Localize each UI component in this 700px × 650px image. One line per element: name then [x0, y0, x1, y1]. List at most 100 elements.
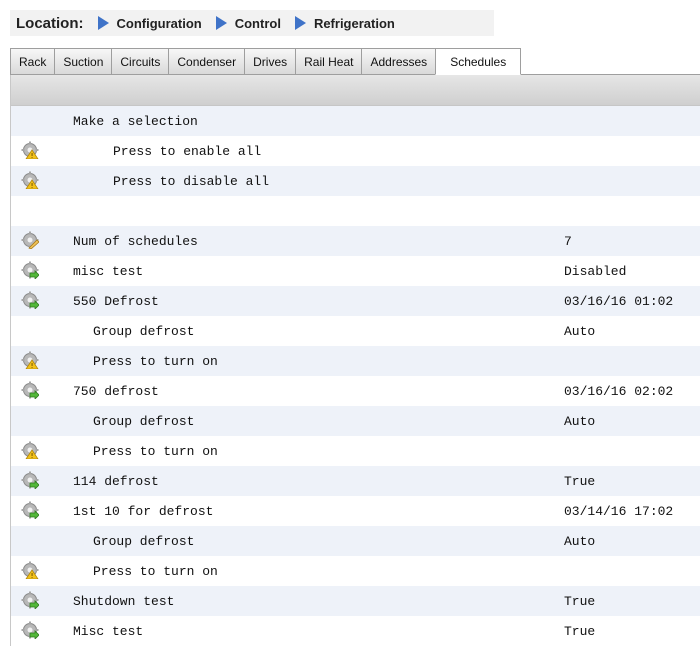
- arrow-gear-icon[interactable]: [21, 501, 39, 519]
- row-icon-cell: [11, 436, 73, 466]
- row-icon-cell: [11, 376, 73, 406]
- row-label: 750 defrost: [73, 383, 159, 399]
- row-label: Group defrost: [93, 323, 195, 339]
- row-value: 03/14/16 17:02: [564, 503, 674, 519]
- row-icon-cell: [11, 496, 73, 526]
- table-row: [11, 196, 700, 226]
- table-row[interactable]: Press to turn on: [11, 436, 700, 466]
- row-label: Press to turn on: [93, 353, 218, 369]
- breadcrumb-label: Configuration: [116, 15, 202, 31]
- breadcrumb-arrow-icon: [294, 16, 306, 30]
- row-value: 03/16/16 02:02: [564, 383, 674, 399]
- table-header-bar: [11, 75, 700, 106]
- breadcrumb-control[interactable]: Control: [215, 15, 281, 31]
- row-icon-cell: [11, 466, 73, 496]
- table-row[interactable]: 550 Defrost 03/16/16 01:02: [11, 286, 700, 316]
- row-label: 114 defrost: [73, 473, 159, 489]
- tab-rack[interactable]: Rack: [10, 48, 56, 74]
- row-value: Auto: [564, 533, 596, 549]
- table-row[interactable]: Num of schedules 7: [11, 226, 700, 256]
- breadcrumb-refrigeration[interactable]: Refrigeration: [294, 15, 395, 31]
- row-icon-cell: [11, 256, 73, 286]
- warning-gear-icon[interactable]: [21, 171, 39, 189]
- location-breadcrumb: Location: Configuration Control Refriger…: [10, 10, 494, 36]
- row-value: True: [564, 473, 596, 489]
- warning-gear-icon[interactable]: [21, 561, 39, 579]
- arrow-gear-icon[interactable]: [21, 591, 39, 609]
- table-row[interactable]: 750 defrost 03/16/16 02:02: [11, 376, 700, 406]
- row-label: 1st 10 for defrost: [73, 503, 214, 519]
- row-label: Num of schedules: [73, 233, 198, 249]
- table-row[interactable]: misc test Disabled: [11, 256, 700, 286]
- row-icon-cell: [11, 526, 73, 556]
- row-value: Disabled: [564, 263, 627, 279]
- row-value: Auto: [564, 413, 596, 429]
- row-value: 03/16/16 01:02: [564, 293, 674, 309]
- row-icon-cell: [11, 226, 73, 256]
- row-label: Group defrost: [93, 413, 195, 429]
- warning-gear-icon[interactable]: [21, 351, 39, 369]
- arrow-gear-icon[interactable]: [21, 471, 39, 489]
- breadcrumb-arrow-icon: [97, 16, 109, 30]
- tab-addresses[interactable]: Addresses: [361, 48, 437, 74]
- table-row: Group defrost Auto: [11, 526, 700, 556]
- table-row[interactable]: Press to disable all: [11, 166, 700, 196]
- breadcrumb-arrow-icon: [215, 16, 227, 30]
- row-label: Press to turn on: [93, 563, 218, 579]
- row-label: Misc test: [73, 623, 144, 639]
- row-label: Press to enable all: [113, 143, 262, 159]
- table-row[interactable]: Misc test True: [11, 616, 700, 646]
- table-row[interactable]: Press to turn on: [11, 556, 700, 586]
- tab-circuits[interactable]: Circuits: [111, 48, 170, 74]
- table-row[interactable]: 1st 10 for defrost 03/14/16 17:02: [11, 496, 700, 526]
- row-value: Auto: [564, 323, 596, 339]
- row-value: 7: [564, 233, 572, 249]
- arrow-gear-icon[interactable]: [21, 381, 39, 399]
- tab-suction[interactable]: Suction: [54, 48, 113, 74]
- row-icon-cell: [11, 316, 73, 346]
- row-label: Press to disable all: [113, 173, 270, 189]
- row-label: Make a selection: [73, 113, 198, 129]
- arrow-gear-icon[interactable]: [21, 261, 39, 279]
- table-row[interactable]: Press to enable all: [11, 136, 700, 166]
- warning-gear-icon[interactable]: [21, 441, 39, 459]
- tab-bar: Rack Suction Circuits Condenser Drives R…: [10, 48, 700, 75]
- table-rows: Make a selection Press to enable all Press…: [11, 106, 700, 646]
- row-icon-cell: [11, 586, 73, 616]
- row-icon-cell: [11, 136, 73, 166]
- row-label: misc test: [73, 263, 144, 279]
- arrow-gear-icon[interactable]: [21, 291, 39, 309]
- table-row: Group defrost Auto: [11, 316, 700, 346]
- row-label: Shutdown test: [73, 593, 175, 609]
- row-label: Press to turn on: [93, 443, 218, 459]
- row-value: True: [564, 593, 596, 609]
- location-label: Location:: [16, 14, 84, 32]
- schedule-table: Make a selection Press to enable all Press…: [10, 75, 700, 646]
- warning-gear-icon[interactable]: [21, 141, 39, 159]
- row-icon-cell: [11, 286, 73, 316]
- breadcrumb-label: Refrigeration: [313, 15, 395, 31]
- row-icon-cell: [11, 106, 73, 136]
- row-icon-cell: [11, 406, 73, 436]
- edit-gear-icon[interactable]: [21, 231, 39, 249]
- row-icon-cell: [11, 166, 73, 196]
- arrow-gear-icon[interactable]: [21, 621, 39, 639]
- row-value: True: [564, 623, 596, 639]
- row-label: 550 Defrost: [73, 293, 159, 309]
- tab-drives[interactable]: Drives: [244, 48, 297, 74]
- tab-filler: [520, 48, 700, 74]
- tab-schedules[interactable]: Schedules: [435, 48, 522, 75]
- row-icon-cell: [11, 196, 73, 226]
- table-row[interactable]: 114 defrost True: [11, 466, 700, 496]
- row-icon-cell: [11, 346, 73, 376]
- table-row[interactable]: Shutdown test True: [11, 586, 700, 616]
- row-icon-cell: [11, 616, 73, 646]
- table-row: Group defrost Auto: [11, 406, 700, 436]
- table-row: Make a selection: [11, 106, 700, 136]
- tab-condenser[interactable]: Condenser: [168, 48, 246, 74]
- breadcrumb-configuration[interactable]: Configuration: [97, 15, 202, 31]
- table-row[interactable]: Press to turn on: [11, 346, 700, 376]
- row-icon-cell: [11, 556, 73, 586]
- tab-rail-heat[interactable]: Rail Heat: [295, 48, 363, 74]
- breadcrumb-label: Control: [234, 15, 281, 31]
